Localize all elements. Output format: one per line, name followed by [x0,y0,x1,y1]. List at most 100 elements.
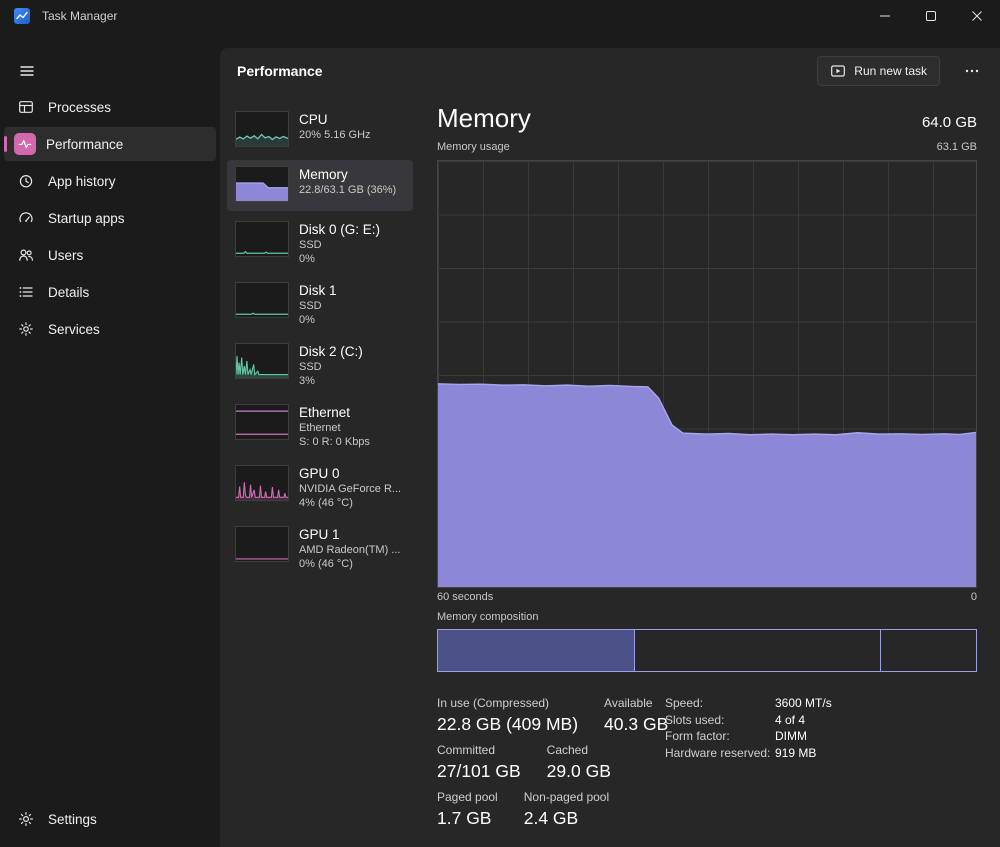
perf-item-memory[interactable]: Memory 22.8/63.1 GB (36%) [227,160,413,211]
minimize-icon [880,15,890,17]
memory-graph-area [438,161,976,587]
stat-label: Cached [546,743,589,757]
perf-item-sub: 22.8/63.1 GB (36%) [299,184,397,196]
perf-item-name: Disk 0 (G: E:) [299,222,381,237]
perf-item-name: GPU 1 [299,527,340,542]
memory-mini-graph [235,166,289,202]
detail-value: 4 of 4 [775,712,806,727]
sidebar-item-label: Details [48,284,90,300]
perf-item-sub: SSD [299,239,322,251]
run-new-task-label: Run new task [854,64,927,78]
sidebar-item-label: Services [48,321,100,337]
sidebar-item-details[interactable]: Details [4,275,216,309]
stat-label: Non-paged pool [523,790,610,804]
perf-item-ethernet[interactable]: Ethernet Ethernet S: 0 R: 0 Kbps [227,398,413,455]
performance-pane: Performance Run new task CPU 20% 5.16 GH… [220,48,1000,847]
stat-value: 22.8 GB (409 MB) [437,714,579,734]
perf-item-sub: NVIDIA GeForce R... [299,483,402,495]
selection-pill [4,136,7,152]
memory-title: Memory [437,103,531,133]
composition-segment-standby [635,630,882,671]
performance-icon [14,133,36,155]
sidebar-item-startup-apps[interactable]: Startup apps [4,201,216,235]
sidebar-item-settings[interactable]: Settings [4,801,216,837]
stat-value: 27/101 GB [437,761,521,781]
memory-usage-graph [437,160,977,588]
more-options-button[interactable] [956,56,988,86]
detail-value: 3600 MT/s [775,696,832,710]
memory-scale-max: 63.1 GB [936,141,977,153]
performance-metric-list: CPU 20% 5.16 GHz Memory 22.8/63.1 GB (36… [227,105,413,581]
sidebar-nav: Processes Performance App history Startu… [4,90,216,349]
sidebar-item-label: Users [48,247,84,263]
sidebar-item-services[interactable]: Services [4,312,216,346]
settings-gear-icon [19,812,33,826]
disk1-mini-graph [235,282,289,318]
sidebar-item-performance[interactable]: Performance [4,127,216,161]
users-icon [19,249,33,261]
composition-segment-in-use [438,630,635,671]
detail-value: 919 MB [775,745,817,760]
memory-total-capacity: 64.0 GB [921,114,977,131]
perf-item-sub: AMD Radeon(TM) ... [299,544,401,556]
window-title: Task Manager [42,9,118,23]
memory-stats: In use (Compressed) 22.8 GB (409 MB) Ava… [437,696,977,829]
perf-item-disk0[interactable]: Disk 0 (G: E:) SSD 0% [227,215,413,272]
perf-item-gpu0[interactable]: GPU 0 NVIDIA GeForce R... 4% (46 °C) [227,459,413,516]
perf-item-name: Ethernet [299,405,351,420]
stat-value: 29.0 GB [546,761,611,781]
memory-usage-label: Memory usage [437,141,510,153]
perf-item-disk1[interactable]: Disk 1 SSD 0% [227,276,413,333]
stat-committed: Committed 27/101 GB [437,743,521,782]
detail-label: Speed: [665,696,704,710]
memory-composition-bar [437,629,977,672]
perf-item-name: CPU [299,112,328,127]
maximize-button[interactable] [908,0,954,32]
sidebar-item-app-history[interactable]: App history [4,164,216,198]
run-new-task-icon [831,65,846,77]
close-icon [972,11,982,21]
maximize-icon [926,11,936,21]
perf-item-sub: Ethernet [299,422,341,434]
services-icon [19,322,33,336]
sidebar-item-users[interactable]: Users [4,238,216,272]
run-new-task-button[interactable]: Run new task [817,56,940,86]
memory-hardware-details: Speed: 3600 MT/s Slots used: 4 of 4 Form… [665,696,832,760]
sidebar: Processes Performance App history Startu… [0,32,220,847]
memory-detail: Memory 64.0 GB Memory usage 63.1 GB 60 s… [437,102,977,837]
perf-item-sub2: 0% (46 °C) [299,558,353,570]
perf-item-sub2: 0% [299,314,315,326]
x-axis-left-label: 60 seconds [437,591,494,603]
minimize-button[interactable] [862,0,908,32]
window-controls [862,0,1000,32]
sidebar-item-label: Processes [48,99,112,115]
perf-item-cpu[interactable]: CPU 20% 5.16 GHz [227,105,413,156]
stat-in-use: In use (Compressed) 22.8 GB (409 MB) [437,696,578,735]
navigation-menu-button[interactable] [10,56,44,86]
detail-value: DIMM [775,729,807,743]
perf-item-name: Disk 2 (C:) [299,344,363,359]
perf-item-disk2[interactable]: Disk 2 (C:) SSD 3% [227,337,413,394]
stat-paged-pool: Paged pool 1.7 GB [437,790,498,829]
detail-label: Hardware reserved: [665,745,771,760]
detail-label: Slots used: [665,712,725,727]
close-button[interactable] [954,0,1000,32]
stat-label: Paged pool [437,790,498,804]
sidebar-item-label: App history [48,173,116,189]
ellipsis-icon [965,69,979,73]
detail-label: Form factor: [665,729,730,743]
sidebar-item-processes[interactable]: Processes [4,90,216,124]
hamburger-icon [20,66,34,76]
stat-label: In use (Compressed) [437,696,550,710]
perf-item-name: Memory [299,167,348,182]
perf-item-sub2: 3% [299,375,315,387]
startup-apps-icon [19,212,33,223]
perf-item-sub: SSD [299,361,322,373]
details-icon [19,287,33,297]
perf-item-gpu1[interactable]: GPU 1 AMD Radeon(TM) ... 0% (46 °C) [227,520,413,577]
pane-header: Performance Run new task [220,48,1000,94]
sidebar-item-label: Performance [46,136,124,152]
titlebar: Task Manager [0,0,1000,32]
perf-item-name: Disk 1 [299,283,337,298]
stat-cached: Cached 29.0 GB [547,743,611,782]
